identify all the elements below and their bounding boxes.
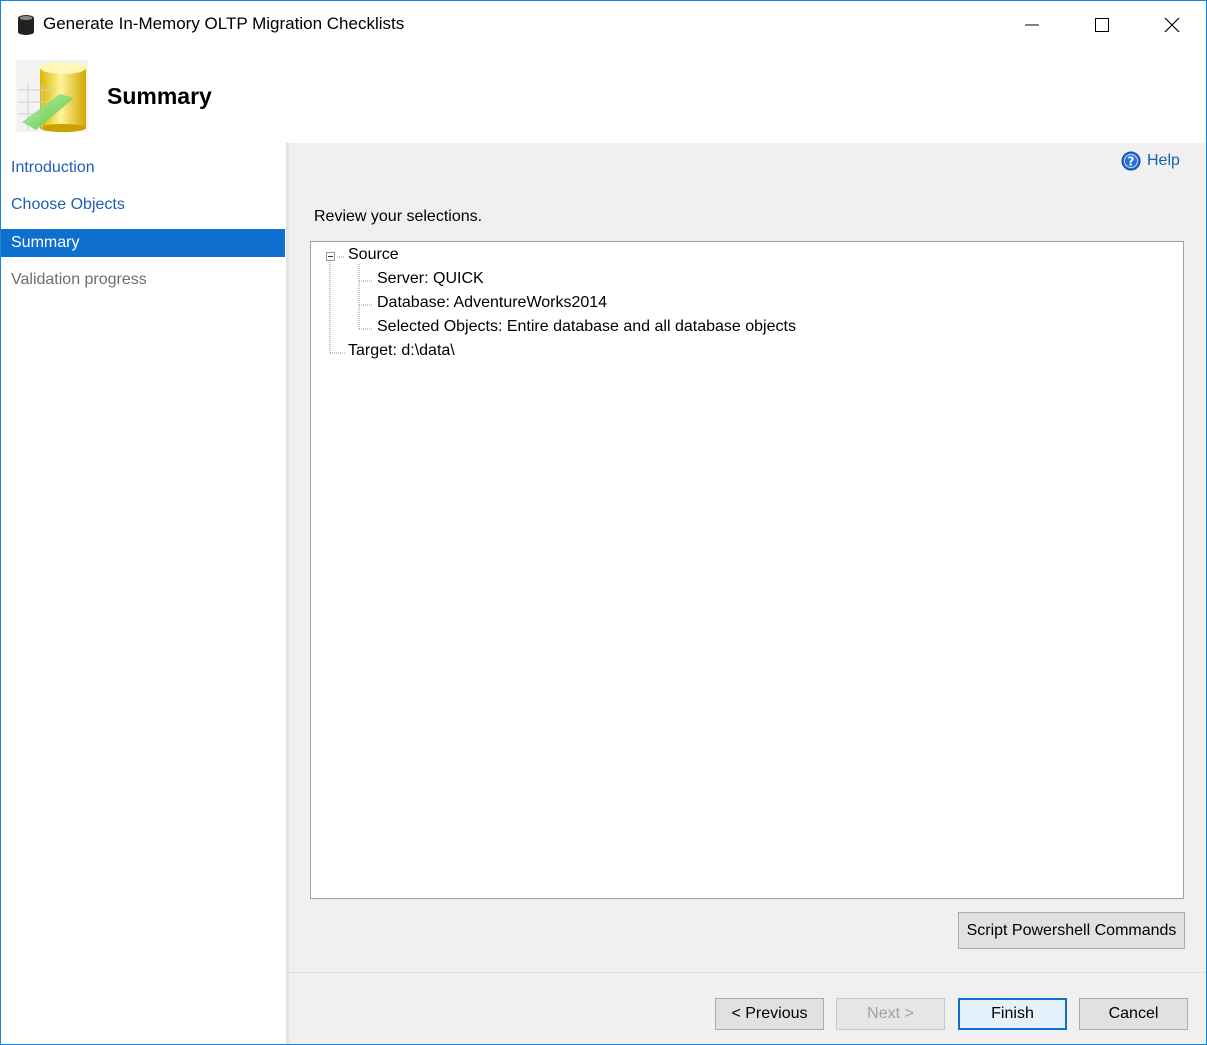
help-question-icon: ? <box>1121 151 1141 171</box>
maximize-button[interactable] <box>1067 1 1137 49</box>
wizard-header: Summary <box>1 49 1206 143</box>
minimize-button[interactable] <box>997 1 1067 49</box>
tree-node-target[interactable]: Target: d:\data\ <box>348 342 455 360</box>
close-icon <box>1164 17 1180 33</box>
wizard-sidebar: Introduction Choose Objects Summary Vali… <box>1 143 289 1044</box>
tree-node-server[interactable]: Server: QUICK <box>377 270 484 288</box>
tree-node-database[interactable]: Database: AdventureWorks2014 <box>377 294 607 312</box>
next-button: Next > <box>836 998 945 1030</box>
tree-node-source[interactable]: Source <box>348 246 399 264</box>
summary-panel: ? Help Review your selections. Source Se… <box>289 143 1206 972</box>
minimize-icon <box>1025 24 1039 26</box>
help-link[interactable]: ? Help <box>1121 151 1180 171</box>
database-icon <box>18 15 34 35</box>
wizard-database-icon <box>16 60 88 132</box>
page-title: Summary <box>107 83 212 109</box>
tree-node-selected-objects[interactable]: Selected Objects: Entire database and al… <box>377 318 796 336</box>
previous-button[interactable]: < Previous <box>715 998 824 1030</box>
sidebar-item-validation-progress: Validation progress <box>11 271 147 288</box>
summary-tree[interactable]: Source Server: QUICK Database: Adventure… <box>310 241 1184 899</box>
wizard-window: Generate In-Memory OLTP Migration Checkl… <box>0 0 1207 1045</box>
finish-button[interactable]: Finish <box>958 998 1067 1030</box>
script-powershell-button[interactable]: Script Powershell Commands <box>958 912 1185 949</box>
svg-text:?: ? <box>1128 155 1135 169</box>
title-bar: Generate In-Memory OLTP Migration Checkl… <box>1 1 1206 49</box>
sidebar-item-choose-objects[interactable]: Choose Objects <box>1 191 285 219</box>
sidebar-item-introduction[interactable]: Introduction <box>1 154 285 182</box>
wizard-footer: < Previous Next > Finish Cancel <box>289 972 1206 1044</box>
collapse-toggle[interactable] <box>326 252 335 261</box>
close-button[interactable] <box>1137 1 1206 49</box>
cancel-button[interactable]: Cancel <box>1079 998 1188 1030</box>
maximize-icon <box>1095 18 1109 32</box>
sidebar-item-summary[interactable]: Summary <box>1 229 285 257</box>
review-instruction: Review your selections. <box>314 208 483 225</box>
help-label: Help <box>1147 152 1180 169</box>
window-title: Generate In-Memory OLTP Migration Checkl… <box>43 14 405 33</box>
